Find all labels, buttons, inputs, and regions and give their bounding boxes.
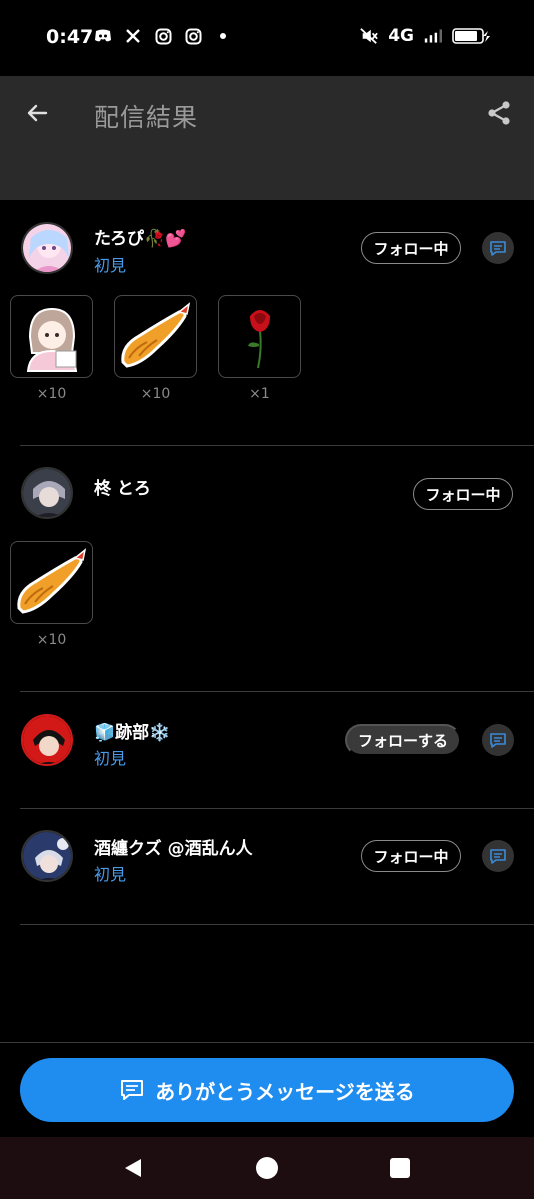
share-button[interactable] — [482, 96, 516, 130]
message-button[interactable] — [482, 232, 514, 264]
message-icon — [121, 1080, 144, 1100]
first-visit-label: 初見 — [94, 749, 127, 768]
signal-icon — [424, 27, 442, 45]
user-name: 酒纏クズ @酒乱ん人 — [94, 839, 253, 859]
mute-icon — [360, 27, 378, 45]
gift-count: ×1 — [249, 386, 270, 402]
triangle-back-icon — [125, 1159, 141, 1177]
gift-count: ×10 — [140, 386, 171, 402]
divider — [20, 445, 534, 446]
chat-icon — [490, 849, 506, 864]
gift-sticker — [10, 295, 93, 378]
user-name: たろぴ🥀💕 — [94, 229, 187, 249]
follow-button[interactable]: フォローする — [345, 724, 461, 756]
dot-icon — [214, 27, 232, 45]
following-button[interactable]: フォロー中 — [361, 232, 461, 264]
notification-icons — [94, 27, 232, 45]
first-visit-label: 初見 — [94, 256, 127, 275]
status-bar: 0:47 4G — [0, 0, 534, 76]
system-icons: 4G — [360, 26, 490, 46]
red-rose-icon — [247, 309, 270, 368]
system-nav-bar — [0, 1137, 534, 1199]
page-title: 配信結果 — [94, 103, 199, 132]
anime-girl-sticker-icon — [26, 307, 77, 372]
gift-count: ×10 — [36, 632, 67, 648]
divider — [20, 691, 534, 692]
following-button[interactable]: フォロー中 — [361, 840, 461, 872]
x-icon — [124, 27, 142, 45]
nav-home-button[interactable] — [254, 1155, 280, 1181]
send-thanks-button[interactable]: ありがとうメッセージを送る — [20, 1058, 514, 1122]
nav-recents-button[interactable] — [387, 1155, 413, 1181]
avatar[interactable] — [21, 467, 73, 519]
bottom-divider — [0, 1042, 534, 1043]
first-visit-label: 初見 — [94, 865, 127, 884]
discord-icon — [94, 27, 112, 45]
gift-fried-shrimp — [114, 295, 197, 378]
message-button[interactable] — [482, 724, 514, 756]
fried-shrimp-icon — [120, 301, 190, 368]
gift-red-rose — [218, 295, 301, 378]
share-icon — [488, 101, 510, 125]
user-name: 柊 とろ — [94, 479, 151, 499]
divider — [20, 808, 534, 809]
avatar[interactable] — [21, 830, 73, 882]
app-bar: 配信結果 — [0, 76, 534, 200]
arrow-left-icon — [27, 104, 48, 122]
battery-charging-icon — [452, 27, 490, 45]
circle-home-icon — [256, 1157, 278, 1179]
gift-fried-shrimp — [10, 541, 93, 624]
following-button[interactable]: フォロー中 — [413, 478, 513, 510]
avatar[interactable] — [21, 222, 73, 274]
avatar[interactable] — [21, 714, 73, 766]
instagram-icon — [184, 27, 202, 45]
user-name: 🧊跡部❄️ — [94, 723, 171, 743]
fried-shrimp-icon — [16, 547, 86, 614]
message-button[interactable] — [482, 840, 514, 872]
network-type: 4G — [388, 26, 414, 46]
instagram-icon — [154, 27, 172, 45]
square-recents-icon — [390, 1158, 410, 1178]
back-button[interactable] — [20, 96, 54, 130]
divider — [20, 924, 534, 925]
nav-back-button[interactable] — [120, 1155, 146, 1181]
chat-icon — [490, 733, 506, 748]
gift-count: ×10 — [36, 386, 67, 402]
chat-icon — [490, 241, 506, 256]
status-time: 0:47 — [46, 26, 94, 48]
send-thanks-label: ありがとうメッセージを送る — [155, 1079, 415, 1104]
